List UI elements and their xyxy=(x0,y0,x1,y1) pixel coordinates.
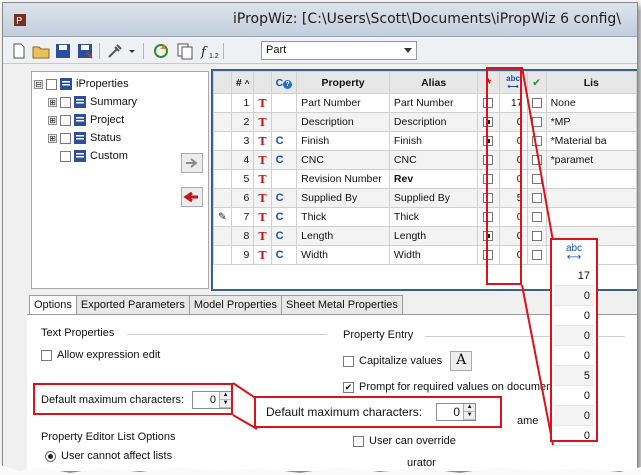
callout-max-length-cell: 0 xyxy=(554,406,594,426)
max-length-callout: abc ⟷ 17 0 0 0 0 5 0 0 0 xyxy=(550,238,598,446)
spin-down-icon[interactable]: ▼ xyxy=(464,412,476,420)
callout-max-length-cell: 0 xyxy=(554,386,594,406)
callout-max-length-cell: 0 xyxy=(554,326,594,346)
default-max-chars-callout: Default maximum characters: 0 ▲ ▼ xyxy=(254,396,502,428)
callout-max-length-cell: 0 xyxy=(554,426,594,446)
torn-edge xyxy=(0,465,641,475)
callout-max-length-cell: 0 xyxy=(554,286,594,306)
callout-max-length-cell: 5 xyxy=(554,366,594,386)
callout-spinner[interactable]: 0 ▲ ▼ xyxy=(436,403,477,421)
callout-max-length-cell: 17 xyxy=(554,266,594,286)
callout-value[interactable]: 0 xyxy=(437,404,463,420)
callout-max-length-cell: 0 xyxy=(554,346,594,366)
callout-label: Default maximum characters: xyxy=(266,405,423,419)
spin-up-icon[interactable]: ▲ xyxy=(464,404,476,412)
callout-max-length-cell: 0 xyxy=(554,306,594,326)
callout-header: abc ⟷ xyxy=(565,243,583,263)
